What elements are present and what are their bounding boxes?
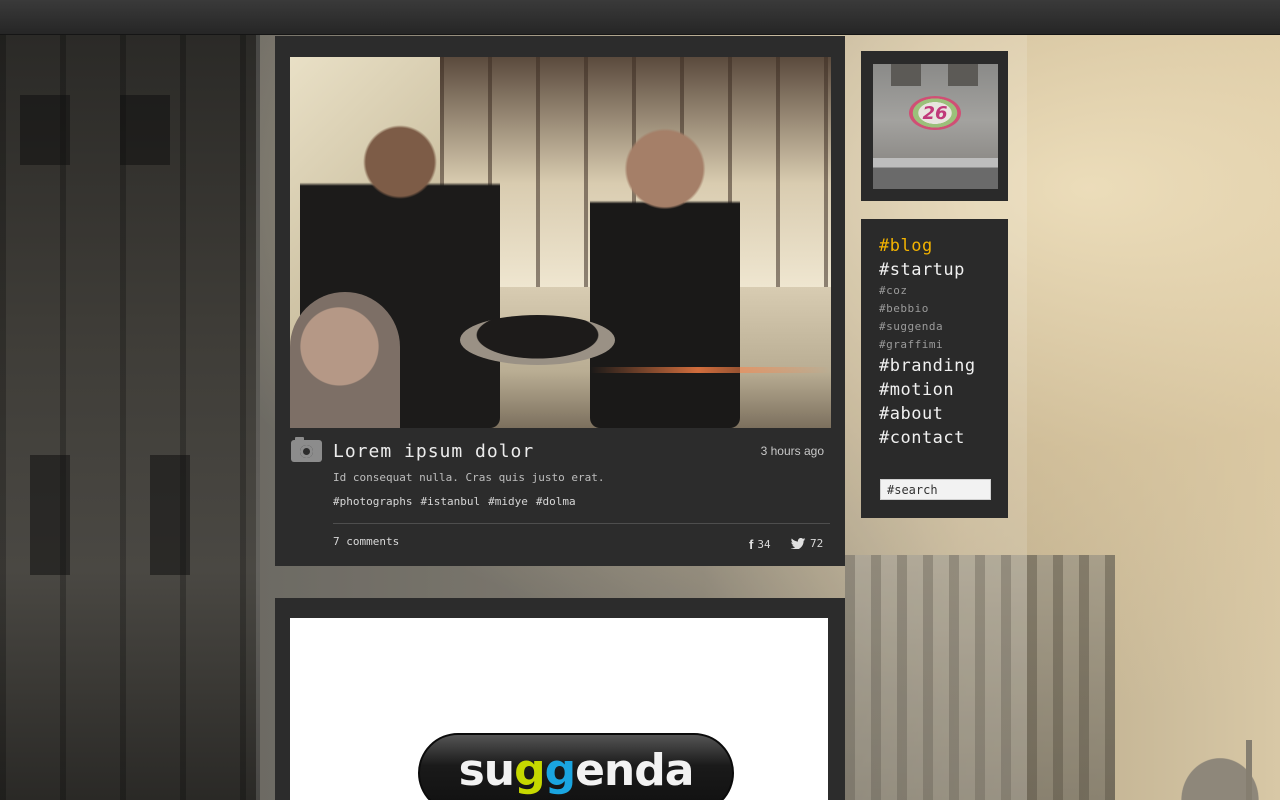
avatar[interactable]: 26 xyxy=(873,64,998,189)
nav-item-about[interactable]: #about xyxy=(879,402,976,426)
facebook-count: 34 xyxy=(757,538,771,551)
tag-link[interactable]: #dolma xyxy=(536,495,576,508)
camera-icon xyxy=(291,437,322,462)
twitter-count: 72 xyxy=(810,537,824,550)
search-input[interactable] xyxy=(880,479,991,500)
nav-item-contact[interactable]: #contact xyxy=(879,426,976,450)
top-bar xyxy=(0,0,1280,35)
avatar-panel: 26 xyxy=(861,51,1008,201)
tag-link[interactable]: #midye xyxy=(488,495,528,508)
post-photo[interactable] xyxy=(290,57,831,428)
blog-post: Lorem ipsum dolor 3 hours ago Id consequ… xyxy=(275,36,845,566)
nav-subitem-bebbio[interactable]: #bebbio xyxy=(879,300,976,318)
background-minaret xyxy=(1246,740,1252,800)
navigation-panel: #blog #startup #coz #bebbio #suggenda #g… xyxy=(861,219,1008,518)
post-timestamp: 3 hours ago xyxy=(760,444,824,458)
post-title[interactable]: Lorem ipsum dolor xyxy=(333,441,534,462)
post-excerpt: Id consequat nulla. Cras quis justo erat… xyxy=(333,471,605,484)
twitter-share[interactable]: 72 xyxy=(790,537,823,550)
nav-item-startup[interactable]: #startup xyxy=(879,258,976,282)
post-image[interactable]: su g g enda xyxy=(290,618,828,800)
nav-subitem-coz[interactable]: #coz xyxy=(879,282,976,300)
nav-item-blog[interactable]: #blog xyxy=(879,234,976,258)
nav-item-motion[interactable]: #motion xyxy=(879,378,976,402)
tag-link[interactable]: #istanbul xyxy=(420,495,480,508)
nav-subitem-graffimi[interactable]: #graffimi xyxy=(879,336,976,354)
avatar-graffiti: 26 xyxy=(909,96,961,130)
post-tags: #photographs #istanbul #midye #dolma xyxy=(333,495,584,508)
nav-item-branding[interactable]: #branding xyxy=(879,354,976,378)
facebook-icon: f xyxy=(749,537,754,552)
suggenda-logo: su g g enda xyxy=(418,733,734,800)
comments-link[interactable]: 7 comments xyxy=(333,535,399,548)
facebook-share[interactable]: f 34 xyxy=(749,537,771,552)
post-divider xyxy=(333,523,830,524)
tag-link[interactable]: #photographs xyxy=(333,495,412,508)
nav-menu: #blog #startup #coz #bebbio #suggenda #g… xyxy=(879,234,976,450)
blog-post: su g g enda xyxy=(275,598,845,800)
nav-subitem-suggenda[interactable]: #suggenda xyxy=(879,318,976,336)
twitter-icon xyxy=(790,538,806,549)
background-building-left xyxy=(0,35,260,800)
background-mosque xyxy=(1180,735,1280,800)
